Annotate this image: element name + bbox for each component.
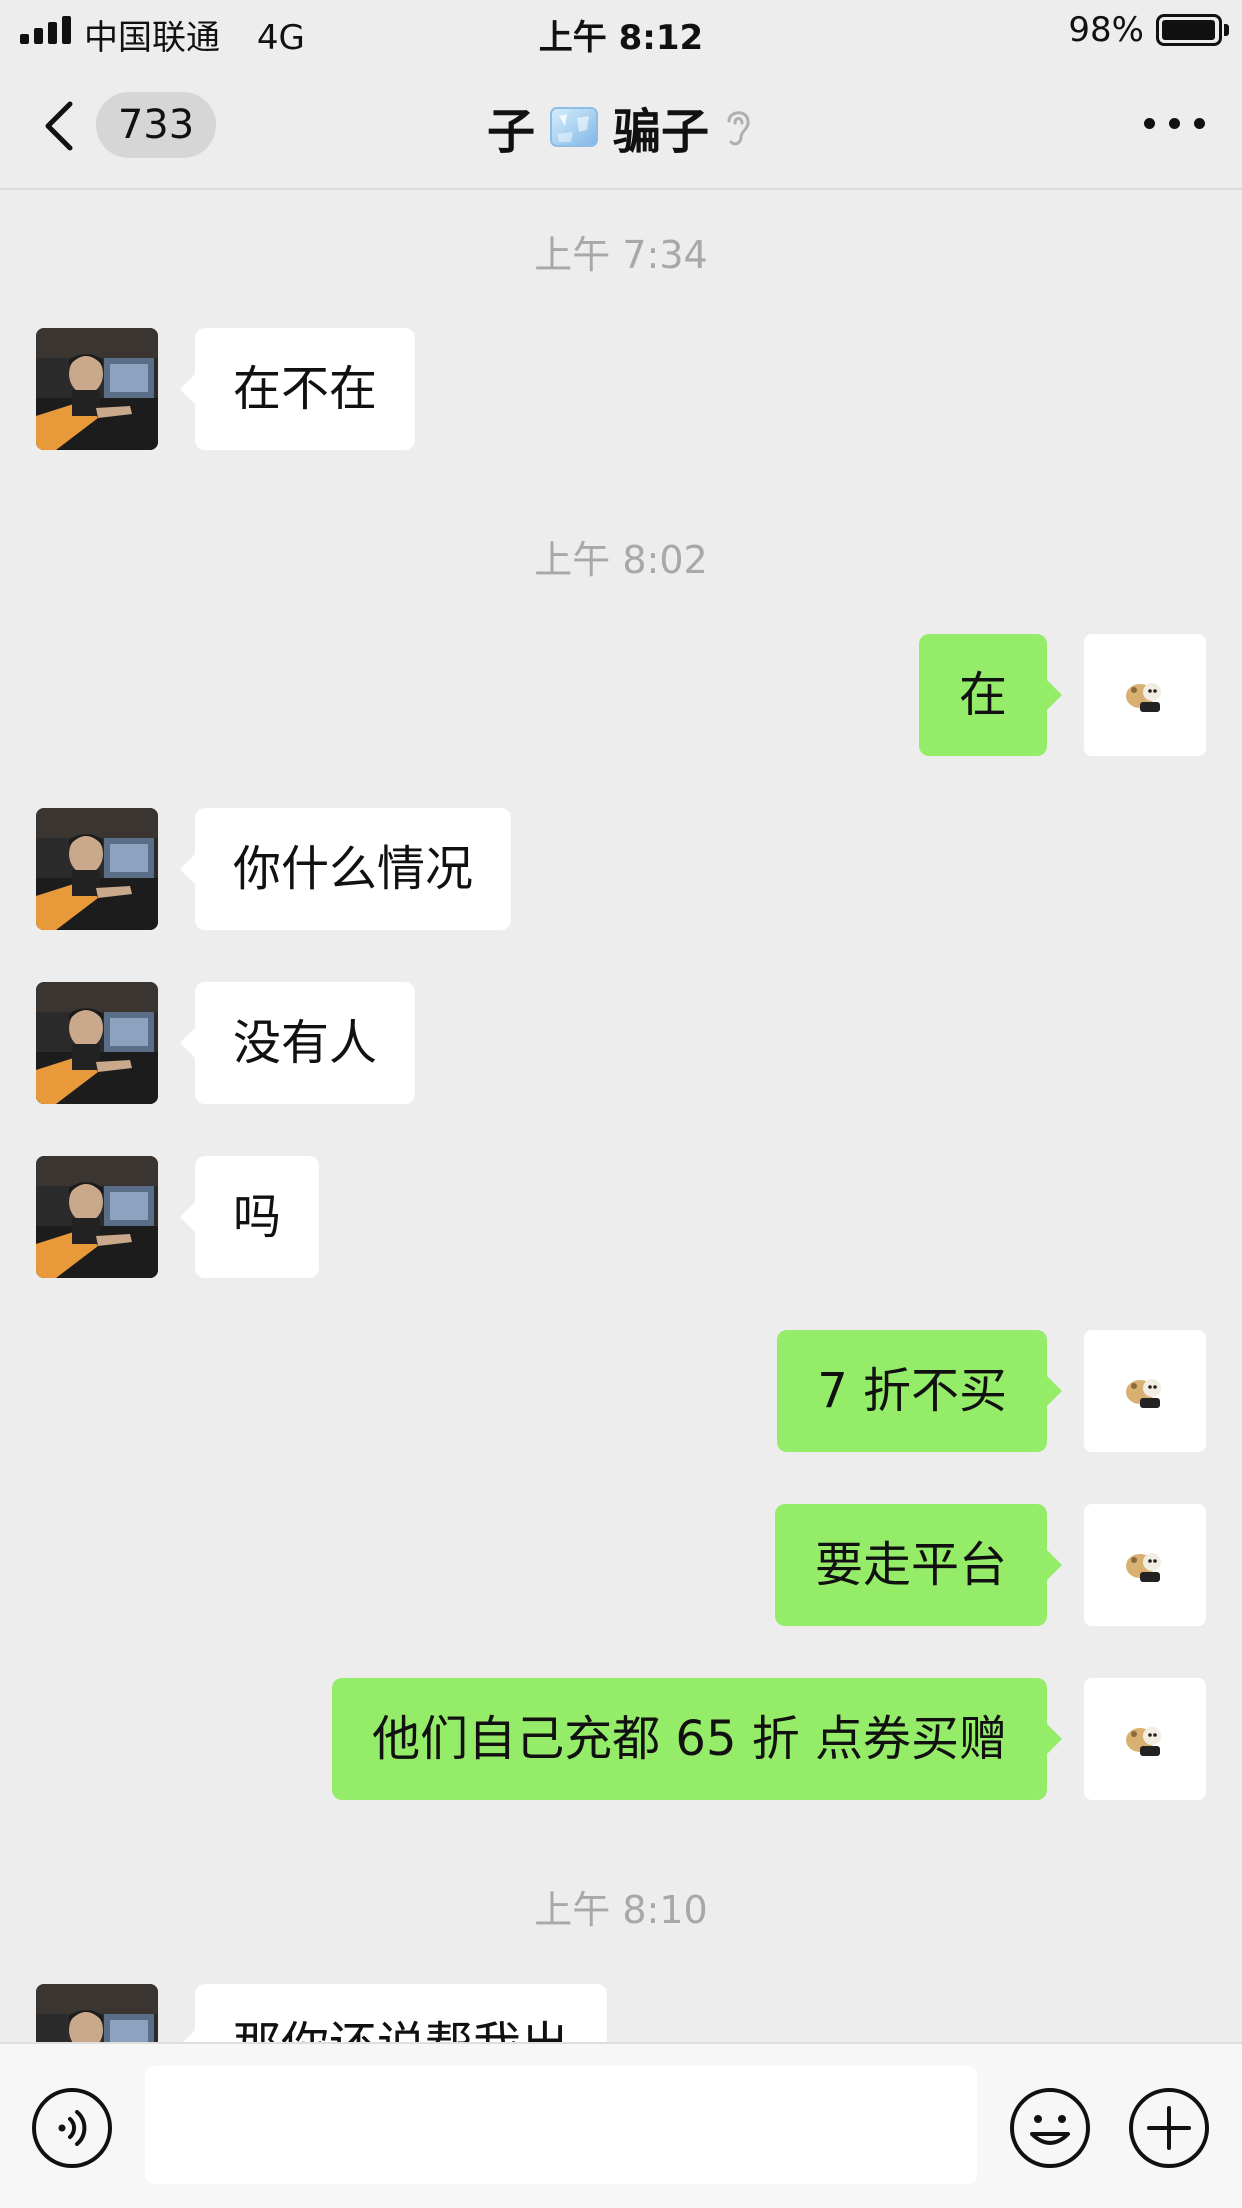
battery-percent: 98% (1068, 10, 1144, 50)
chat-header: 733 子 骗子 (0, 62, 1242, 190)
outgoing-message[interactable]: 在 (918, 634, 1063, 756)
my-avatar[interactable] (1084, 1678, 1206, 1800)
my-avatar[interactable] (1084, 1330, 1206, 1452)
my-avatar-image (1084, 1678, 1206, 1800)
battery-fill (1162, 20, 1215, 40)
contact-avatar-image (36, 328, 158, 450)
contact-avatar-image (36, 982, 158, 1104)
incoming-message[interactable]: 在不在 (179, 328, 416, 450)
incoming-message[interactable]: 你什么情况 (179, 808, 512, 930)
message-input[interactable] (145, 2066, 977, 2184)
voice-button[interactable] (30, 2086, 114, 2170)
more-dots-icon (1169, 118, 1180, 129)
status-time: 上午 8:12 (538, 18, 704, 58)
message-timestamp: 上午 8:02 (534, 538, 708, 582)
my-avatar-image (1084, 1330, 1206, 1452)
more-functions-button[interactable] (1127, 2086, 1211, 2170)
ear-icon (727, 111, 750, 146)
incoming-message[interactable]: 没有人 (179, 982, 416, 1104)
emoji-button[interactable] (1008, 2086, 1092, 2170)
outgoing-message[interactable]: 要走平台 (774, 1504, 1063, 1626)
contact-avatar[interactable] (36, 982, 158, 1104)
contact-avatar[interactable] (36, 328, 158, 450)
contact-avatar[interactable] (36, 1984, 158, 2042)
chat-title-prefix: 子 (486, 104, 535, 160)
battery-cap (1224, 24, 1229, 36)
contact-avatar[interactable] (36, 808, 158, 930)
chat-title[interactable]: 子 骗子 (0, 92, 1242, 162)
emoji-icon (1010, 2088, 1090, 2168)
my-avatar-image (1084, 1504, 1206, 1626)
message-timestamp: 上午 8:10 (534, 1888, 708, 1932)
contact-avatar[interactable] (36, 1156, 158, 1278)
incoming-message[interactable]: 那你还说帮我出 (179, 1984, 608, 2042)
more-dots-icon (1144, 118, 1155, 129)
battery-icon (1156, 14, 1222, 46)
voice-icon (32, 2088, 112, 2168)
contact-avatar-image (36, 1984, 158, 2042)
outgoing-message[interactable]: 7 折不买 (777, 1330, 1062, 1452)
more-dots-icon (1194, 118, 1205, 129)
ice-cube-icon (550, 107, 598, 147)
contact-avatar-image (36, 808, 158, 930)
status-bar: 中国联通 4G 上午 8:12 98% (0, 0, 1242, 62)
my-avatar-image (1084, 634, 1206, 756)
my-avatar[interactable] (1084, 634, 1206, 756)
incoming-message[interactable]: 吗 (179, 1156, 320, 1278)
input-bar (0, 2042, 1242, 2208)
plus-icon (1129, 2088, 1209, 2168)
contact-avatar-image (36, 1156, 158, 1278)
more-options-button[interactable] (1144, 104, 1206, 144)
my-avatar[interactable] (1084, 1504, 1206, 1626)
message-list[interactable]: 上午 7:34 在不在 上午 8:02 在 你什么情况 没有人 吗 7 折不买 … (0, 190, 1242, 2042)
message-timestamp: 上午 7:34 (534, 233, 708, 277)
chat-title-name: 骗子 (613, 104, 710, 160)
outgoing-message[interactable]: 他们自己充都 65 折 点券买赠 (332, 1678, 1062, 1800)
